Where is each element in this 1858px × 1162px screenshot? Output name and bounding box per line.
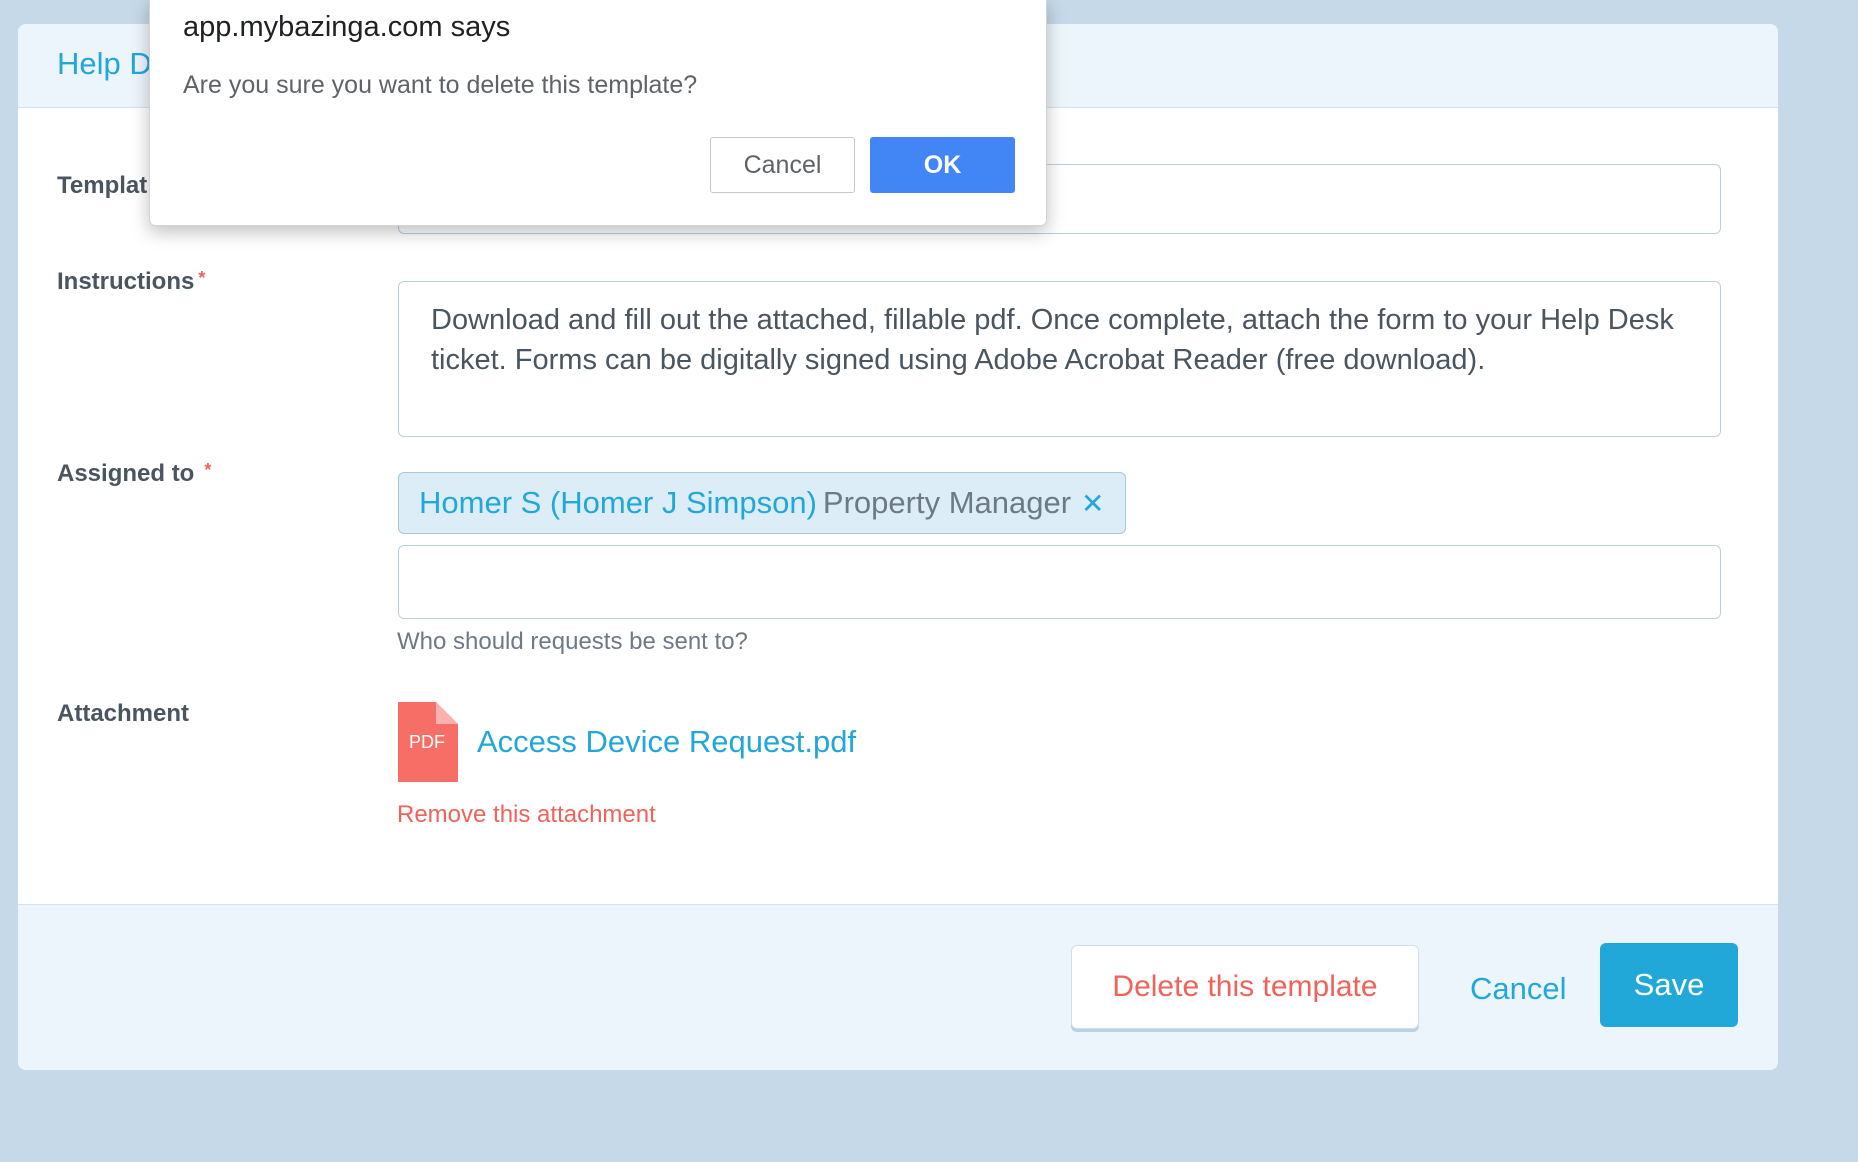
assignee-tag-role: Property Manager	[822, 485, 1072, 520]
assigned-to-label: Assigned to *	[57, 460, 211, 488]
save-button[interactable]: Save	[1600, 943, 1738, 1027]
dialog-cancel-button[interactable]: Cancel	[710, 137, 855, 193]
delete-template-button[interactable]: Delete this template	[1071, 945, 1419, 1029]
dialog-message: Are you sure you want to delete this tem…	[183, 71, 698, 99]
required-marker: *	[204, 460, 212, 480]
dialog-title: app.mybazinga.com says	[183, 11, 511, 43]
card-footer: Delete this template Cancel Save	[18, 904, 1778, 1070]
attachment-label: Attachment	[57, 700, 190, 727]
confirm-dialog: app.mybazinga.com says Are you sure you …	[149, 0, 1047, 226]
remove-assignee-icon[interactable]: ✕	[1081, 474, 1104, 534]
assigned-to-label-text: Assigned to	[57, 460, 195, 487]
attachment-link[interactable]: Access Device Request.pdf	[477, 724, 856, 760]
assignee-tag: Homer S (Homer J Simpson) Property Manage…	[398, 472, 1126, 534]
card-title: Help D	[57, 46, 152, 81]
pdf-file-icon[interactable]: PDF	[398, 702, 458, 782]
instructions-label: Instructions *	[57, 268, 205, 296]
dialog-ok-button[interactable]: OK	[870, 137, 1015, 193]
cancel-button[interactable]: Cancel	[1470, 971, 1567, 1007]
pdf-icon-label: PDF	[409, 732, 445, 752]
assignee-tag-name: Homer S (Homer J Simpson)	[419, 485, 817, 520]
template-name-label: Templat	[57, 172, 148, 199]
assignee-search-input[interactable]	[398, 545, 1721, 619]
instructions-label-text: Instructions	[57, 268, 195, 295]
assignee-hint: Who should requests be sent to?	[397, 628, 748, 655]
remove-attachment-link[interactable]: Remove this attachment	[397, 801, 656, 829]
instructions-textarea[interactable]: Download and fill out the attached, fill…	[398, 281, 1721, 437]
required-marker: *	[198, 268, 206, 288]
